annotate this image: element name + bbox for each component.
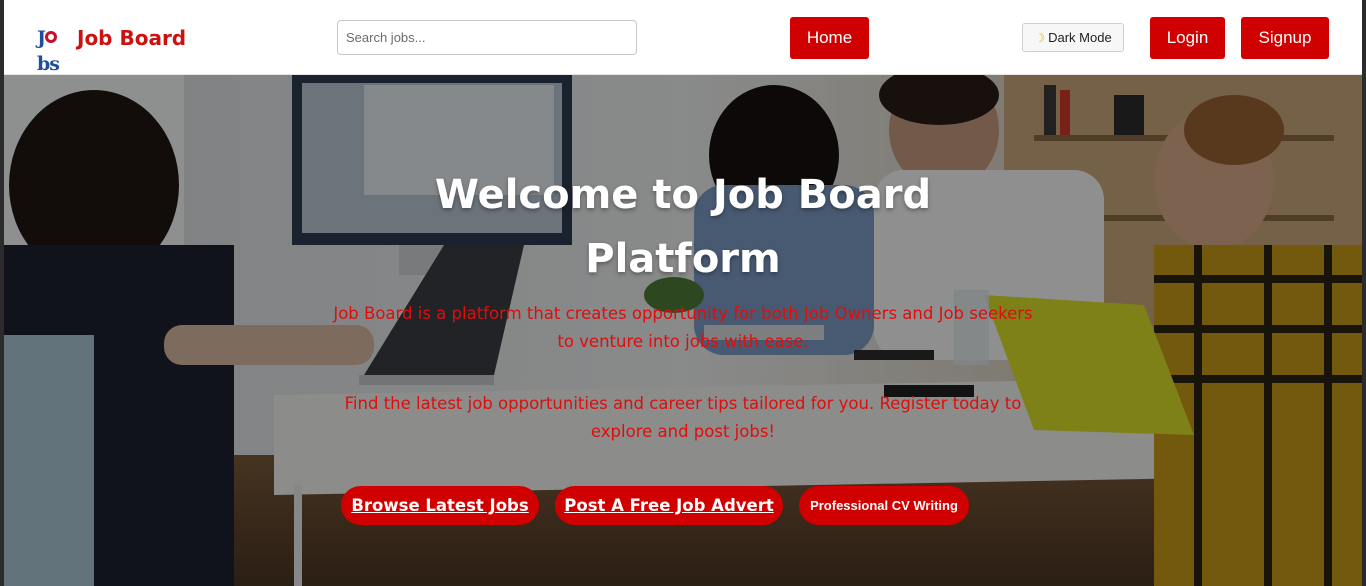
browse-jobs-button[interactable]: Browse Latest Jobs	[341, 486, 539, 525]
hero-tagline: Find the latest job opportunities and ca…	[344, 394, 1022, 441]
login-button[interactable]: Login	[1150, 17, 1225, 59]
navbar: Jbs Job Board Home ☽ Dark Mode Login Sig…	[4, 0, 1362, 75]
logo-letter-j: J	[37, 27, 46, 49]
hero-title: Welcome to Job Board Platform	[394, 163, 972, 291]
logo-letters-bs: bs	[37, 53, 60, 75]
page: Jbs Job Board Home ☽ Dark Mode Login Sig…	[4, 0, 1362, 586]
jobs-logo: Jbs	[37, 25, 69, 75]
hero-section: Welcome to Job Board Platform Job Board …	[4, 75, 1362, 586]
hero-title-line1: Welcome to Job Board	[434, 172, 932, 218]
home-button[interactable]: Home	[790, 17, 869, 59]
logo-o-ring	[45, 31, 57, 43]
brand[interactable]: Jbs Job Board	[37, 24, 187, 75]
hero-description: Job Board is a platform that creates opp…	[333, 304, 1033, 351]
cv-writing-button[interactable]: Professional CV Writing	[799, 486, 969, 525]
moon-icon: ☽	[1034, 30, 1046, 45]
hero-title-line2: Platform	[585, 236, 781, 282]
signup-button[interactable]: Signup	[1241, 17, 1329, 59]
post-job-button[interactable]: Post A Free Job Advert	[555, 486, 783, 525]
dark-mode-label: Dark Mode	[1048, 30, 1112, 45]
search-input[interactable]	[337, 20, 637, 55]
brand-name: Job Board	[77, 26, 187, 50]
dark-mode-toggle[interactable]: ☽ Dark Mode	[1022, 23, 1124, 52]
